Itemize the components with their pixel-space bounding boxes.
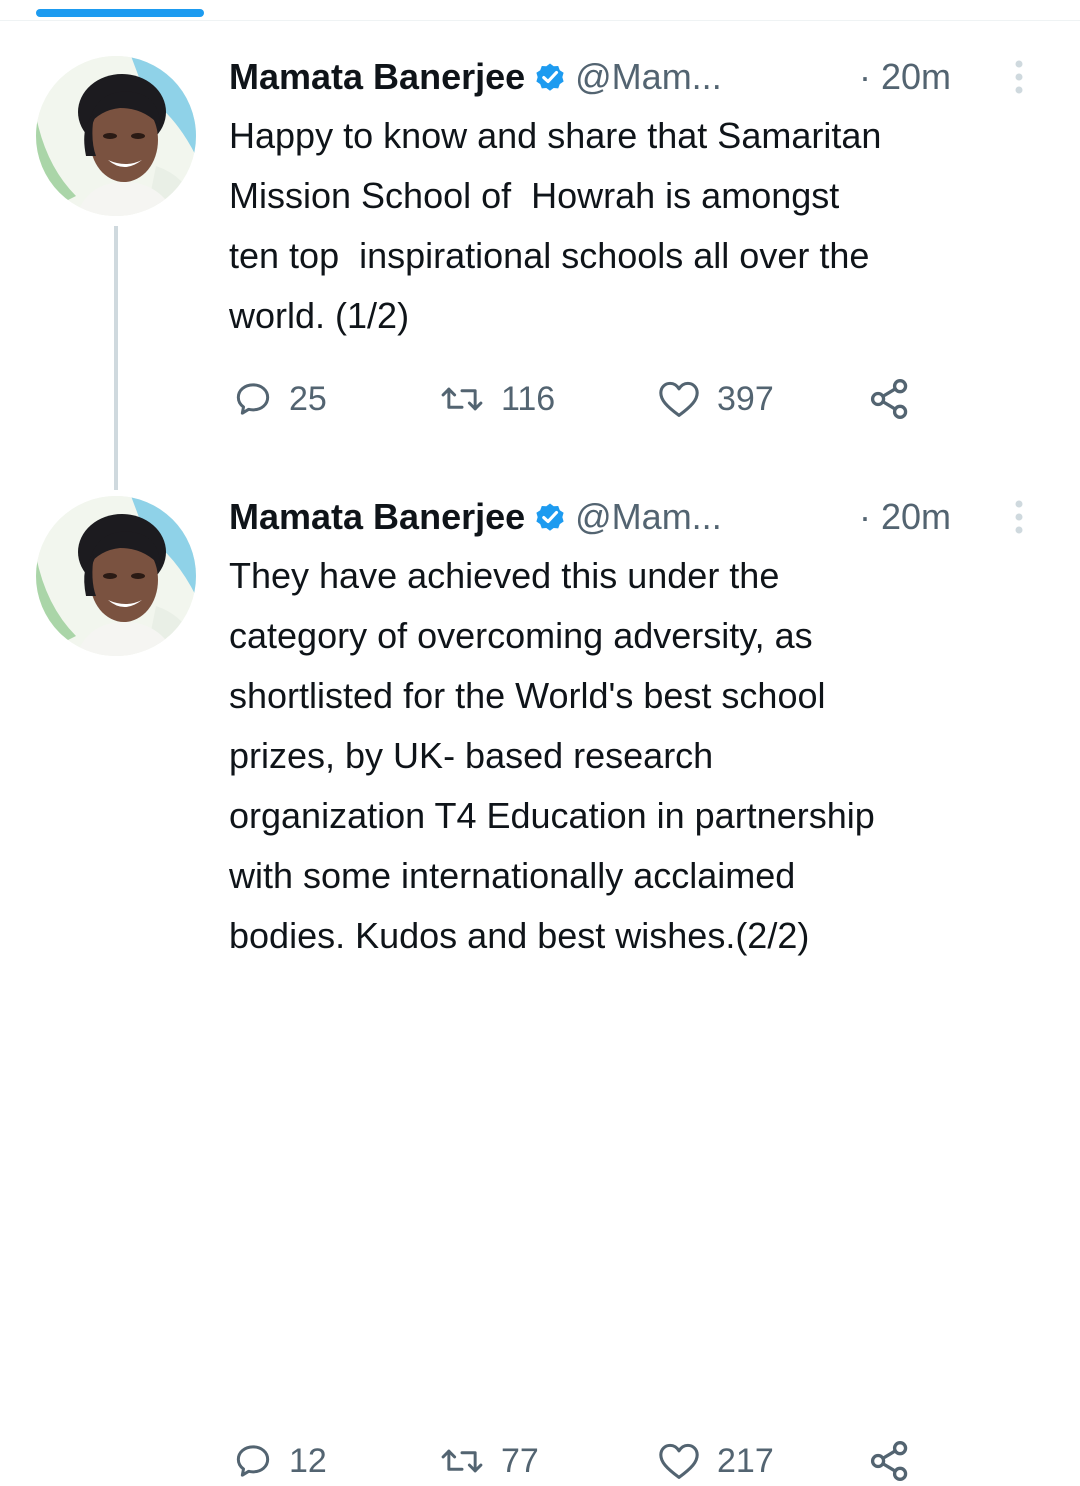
share-icon [870, 379, 908, 419]
avatar[interactable] [36, 56, 196, 216]
author-name[interactable]: Mamata Banerjee [229, 56, 525, 98]
avatar-photo [36, 56, 196, 216]
retweet-count: 116 [501, 379, 556, 418]
reply-icon [236, 383, 270, 415]
tweet-header: Mamata Banerjee @Mam... · 20m [229, 490, 1049, 544]
reply-count: 12 [289, 1441, 327, 1480]
tweet-actions: 12 77 217 [229, 1436, 949, 1486]
verified-badge-icon [533, 500, 567, 534]
retweet-icon [441, 387, 483, 411]
tweet-text: Happy to know and share that Samaritan M… [229, 115, 882, 336]
retweet-icon [441, 1449, 483, 1473]
share-button[interactable] [867, 374, 913, 424]
author-name[interactable]: Mamata Banerjee [229, 496, 525, 538]
author-handle[interactable]: @Mam... [575, 496, 722, 538]
retweet-button[interactable]: 77 [439, 1436, 539, 1486]
author-handle[interactable]: @Mam... [575, 56, 722, 98]
tweet-text: They have achieved this under the catego… [229, 555, 875, 956]
like-count: 217 [717, 1441, 774, 1480]
thread-connector-line [114, 226, 118, 490]
tweet-time[interactable]: · 20m [859, 496, 951, 538]
reply-count: 25 [289, 379, 327, 418]
reply-icon [236, 1445, 270, 1477]
avatar[interactable] [36, 496, 196, 656]
reply-button[interactable]: 12 [233, 1436, 327, 1486]
more-options-icon[interactable] [1011, 57, 1027, 97]
avatar-photo [36, 496, 196, 656]
heart-icon [659, 381, 699, 417]
verified-badge-icon [533, 60, 567, 94]
like-button[interactable]: 217 [657, 1436, 774, 1486]
retweet-button[interactable]: 116 [439, 374, 555, 424]
retweet-count: 77 [501, 1441, 539, 1480]
active-tab-indicator [36, 9, 204, 17]
like-count: 397 [717, 379, 774, 418]
share-icon [870, 1441, 908, 1481]
top-divider [0, 20, 1080, 21]
tweet-time[interactable]: · 20m [859, 56, 951, 98]
heart-icon [659, 1443, 699, 1479]
share-button[interactable] [867, 1436, 913, 1486]
like-button[interactable]: 397 [657, 374, 774, 424]
reply-button[interactable]: 25 [233, 374, 327, 424]
more-options-icon[interactable] [1011, 497, 1027, 537]
tweet-header: Mamata Banerjee @Mam... · 20m [229, 50, 1049, 104]
tweet-actions: 25 116 397 [229, 374, 949, 424]
